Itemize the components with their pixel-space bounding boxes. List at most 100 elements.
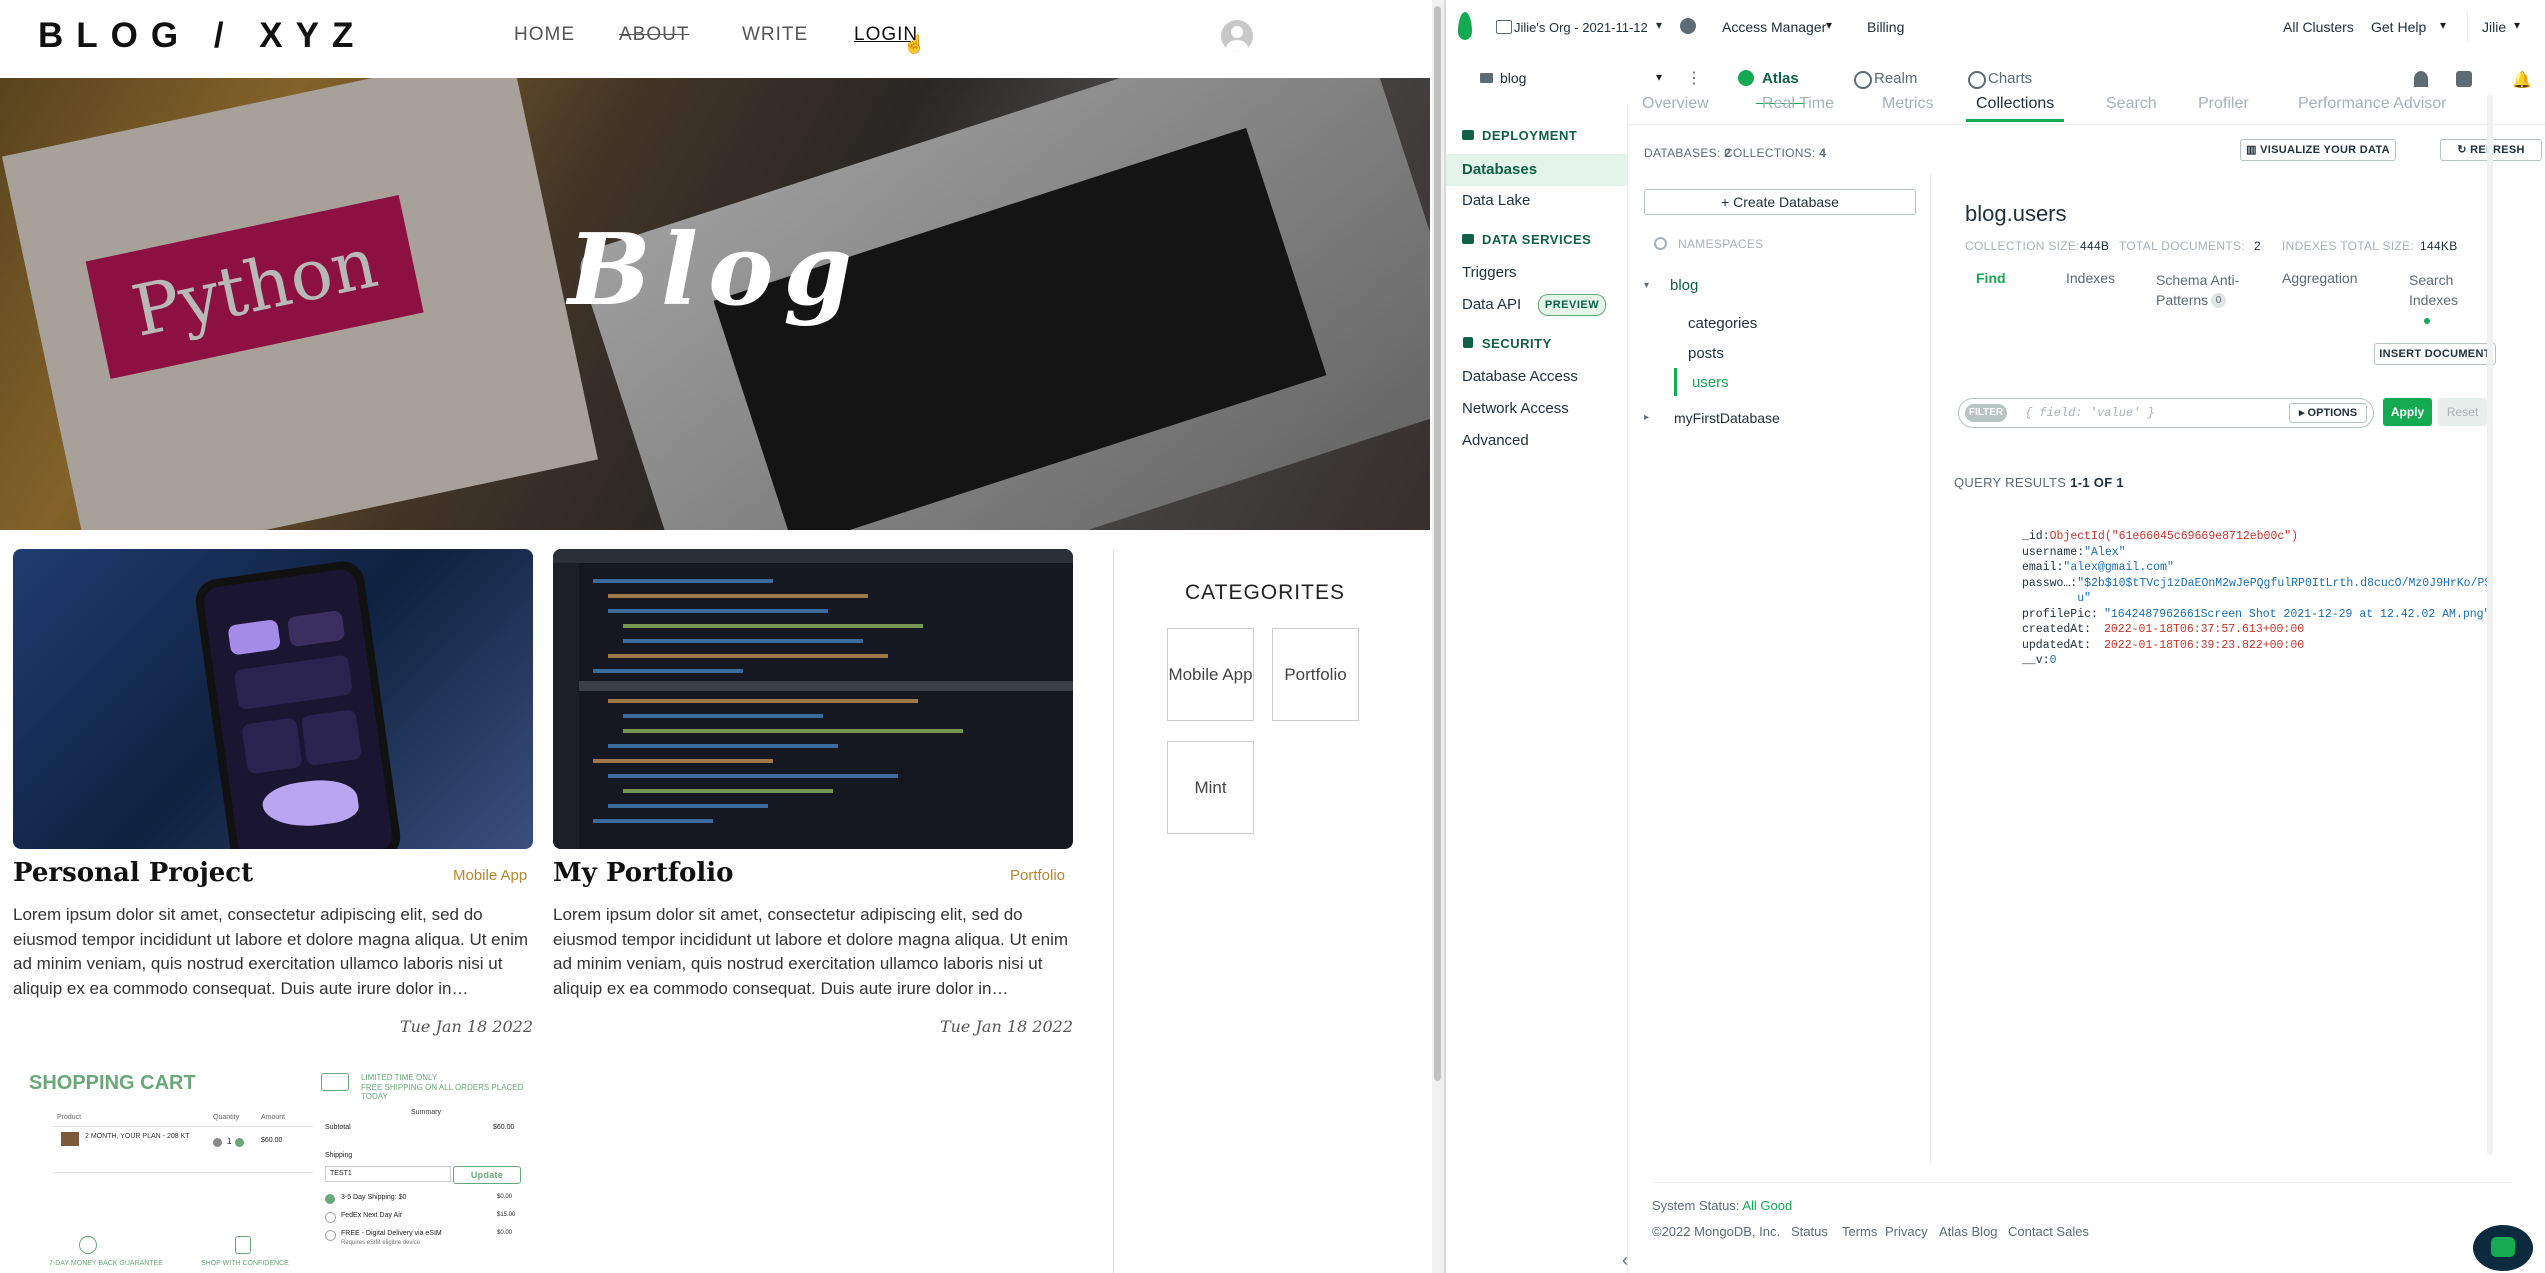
sidebar-item-triggers[interactable]: Triggers: [1462, 264, 1516, 281]
post-title[interactable]: Personal Project: [13, 858, 253, 888]
post-image-personal-project[interactable]: [13, 549, 533, 849]
subtab-aggregation[interactable]: Aggregation: [2282, 270, 2358, 286]
footer-link-atlas-blog[interactable]: Atlas Blog: [1939, 1224, 1998, 1239]
tab-charts[interactable]: Charts: [1988, 70, 2032, 87]
tab-search[interactable]: Search: [2106, 95, 2157, 113]
subtotal-label: Subtotal: [325, 1124, 351, 1131]
status-label: System Status:: [1652, 1198, 1740, 1213]
footer-link-privacy[interactable]: Privacy: [1885, 1224, 1928, 1239]
nav-home-link[interactable]: HOME: [514, 24, 575, 46]
subtab-indexes[interactable]: Indexes: [2066, 270, 2115, 286]
bell-icon[interactable]: 🔔: [2512, 70, 2532, 90]
all-clusters-link[interactable]: All Clusters: [2283, 19, 2354, 35]
radio-selected-icon[interactable]: [325, 1194, 335, 1204]
get-help-menu[interactable]: Get Help: [2371, 19, 2426, 35]
reset-button[interactable]: Reset: [2438, 398, 2487, 426]
atlas-main: Overview Real Time Metrics Collections S…: [1628, 95, 2545, 1273]
tab-collections[interactable]: Collections: [1965, 95, 2065, 122]
total-documents-label: TOTAL DOCUMENTS:: [2119, 239, 2245, 253]
blog-scrollbar[interactable]: [1432, 0, 1444, 1273]
org-selector[interactable]: Jilie's Org - 2021-11-12: [1514, 20, 1648, 35]
tree-collection-users[interactable]: users: [1692, 374, 1729, 391]
options-button[interactable]: ▸ OPTIONS: [2289, 403, 2367, 423]
nav-about-link[interactable]: ABOUT: [619, 24, 689, 46]
search-icon: [1654, 237, 1667, 250]
gear-icon[interactable]: [1680, 18, 1696, 34]
cart-title: SHOPPING CART: [29, 1072, 196, 1094]
mongodb-leaf-icon[interactable]: [1458, 12, 1472, 40]
collections-value: 4: [1819, 146, 1827, 160]
tab-metrics[interactable]: Metrics: [1882, 95, 1934, 113]
tab-profiler[interactable]: Profiler: [2198, 95, 2249, 113]
ship-option-2[interactable]: FedEx Next Day Air: [341, 1212, 402, 1219]
sidebar-item-database-access[interactable]: Database Access: [1462, 368, 1578, 385]
tree-collection-categories[interactable]: categories: [1688, 315, 1757, 332]
field-value: 2022-01-18T06:39:23.822+00:00: [2104, 638, 2305, 652]
tab-real-time[interactable]: Real Time: [1762, 95, 1834, 113]
plus-icon[interactable]: [235, 1138, 244, 1147]
subtab-search-indexes[interactable]: Search Indexes: [2409, 270, 2469, 310]
tab-overview[interactable]: Overview: [1642, 95, 1709, 113]
activity-icon[interactable]: [2456, 71, 2472, 87]
user-menu[interactable]: Jilie: [2482, 19, 2506, 35]
category-mint[interactable]: Mint: [1167, 741, 1254, 834]
user-avatar-icon[interactable]: [1221, 20, 1253, 52]
ship-option-1[interactable]: 3-5 Day Shipping: $0: [341, 1194, 406, 1201]
create-database-button[interactable]: + Create Database: [1644, 189, 1916, 215]
post-image-my-portfolio[interactable]: [553, 549, 1073, 849]
filter-input[interactable]: { field: 'value' }: [2025, 406, 2155, 420]
category-portfolio[interactable]: Portfolio: [1272, 628, 1359, 721]
access-manager-menu[interactable]: Access Manager: [1722, 19, 1826, 35]
chevron-down-icon[interactable]: ▾: [2440, 18, 2446, 32]
subtab-find[interactable]: Find: [1976, 270, 2006, 286]
footer-link-terms[interactable]: Terms: [1842, 1224, 1877, 1239]
sidebar-item-advanced[interactable]: Advanced: [1462, 432, 1529, 449]
visualize-data-button[interactable]: ▥ VISUALIZE YOUR DATA: [2240, 139, 2396, 161]
caret-right-icon[interactable]: ▸: [1644, 412, 1649, 423]
more-vertical-icon[interactable]: ⋮: [1686, 68, 1702, 88]
apply-button[interactable]: Apply: [2383, 398, 2432, 426]
post-image-shopping-cart[interactable]: SHOPPING CART LIMITED TIME ONLY FREE SHI…: [13, 1060, 533, 1273]
update-button[interactable]: Update: [453, 1166, 521, 1184]
badge-money-back: 7-DAY MONEY BACK GUARANTEE: [49, 1260, 163, 1267]
atlas-scrollbar[interactable]: [2487, 95, 2493, 1155]
post-title[interactable]: My Portfolio: [553, 858, 733, 888]
chevron-down-icon[interactable]: ▾: [2514, 18, 2520, 32]
scrollbar-thumb[interactable]: [1434, 6, 1441, 1081]
status-link[interactable]: All Good: [1742, 1198, 1792, 1213]
chat-button[interactable]: [2473, 1225, 2533, 1271]
sidebar-item-data-lake[interactable]: Data Lake: [1462, 192, 1530, 209]
ship-option-3[interactable]: FREE - Digital Delivery via eSIM: [341, 1230, 442, 1237]
chevron-down-icon[interactable]: ▾: [1826, 18, 1832, 32]
project-selector[interactable]: blog: [1500, 70, 1526, 86]
category-mobile-app[interactable]: Mobile App: [1167, 628, 1254, 721]
subtab-schema-anti-patterns[interactable]: Schema Anti-Patterns: [2156, 270, 2256, 310]
tab-performance-advisor[interactable]: Performance Advisor: [2298, 95, 2447, 113]
chevron-down-icon[interactable]: ▾: [1656, 18, 1662, 32]
promo-code-input[interactable]: TEST1: [325, 1166, 451, 1182]
sidebar-item-network-access[interactable]: Network Access: [1462, 400, 1569, 417]
tree-collection-posts[interactable]: posts: [1688, 345, 1724, 362]
footer-link-contact-sales[interactable]: Contact Sales: [2008, 1224, 2089, 1239]
results-range: 1-1 OF 1: [2070, 475, 2124, 490]
post-category[interactable]: Mobile App: [453, 867, 527, 884]
tab-atlas[interactable]: Atlas: [1756, 70, 1805, 106]
radio-icon[interactable]: [325, 1230, 336, 1241]
namespaces-search-input[interactable]: NAMESPACES: [1678, 237, 1763, 251]
tree-db-blog[interactable]: blog: [1670, 277, 1698, 294]
tree-db-myfirstdatabase[interactable]: myFirstDatabase: [1674, 410, 1780, 426]
tab-realm[interactable]: Realm: [1874, 70, 1917, 87]
nav-write-link[interactable]: WRITE: [742, 24, 808, 46]
post-category[interactable]: Portfolio: [1010, 867, 1065, 884]
sidebar-item-databases[interactable]: Databases: [1462, 161, 1537, 178]
blog-logo[interactable]: BLOG / XYZ: [38, 16, 366, 56]
billing-link[interactable]: Billing: [1867, 19, 1904, 35]
invite-user-icon[interactable]: [2414, 71, 2428, 87]
minus-icon[interactable]: [213, 1138, 222, 1147]
chevron-down-icon[interactable]: ▾: [1656, 70, 1662, 84]
sidebar-item-data-api[interactable]: Data API: [1462, 296, 1521, 313]
footer-link-status[interactable]: Status: [1791, 1224, 1828, 1239]
caret-down-icon[interactable]: ▾: [1644, 280, 1649, 291]
insert-document-button[interactable]: INSERT DOCUMENT: [2374, 343, 2496, 365]
radio-icon[interactable]: [325, 1212, 336, 1223]
